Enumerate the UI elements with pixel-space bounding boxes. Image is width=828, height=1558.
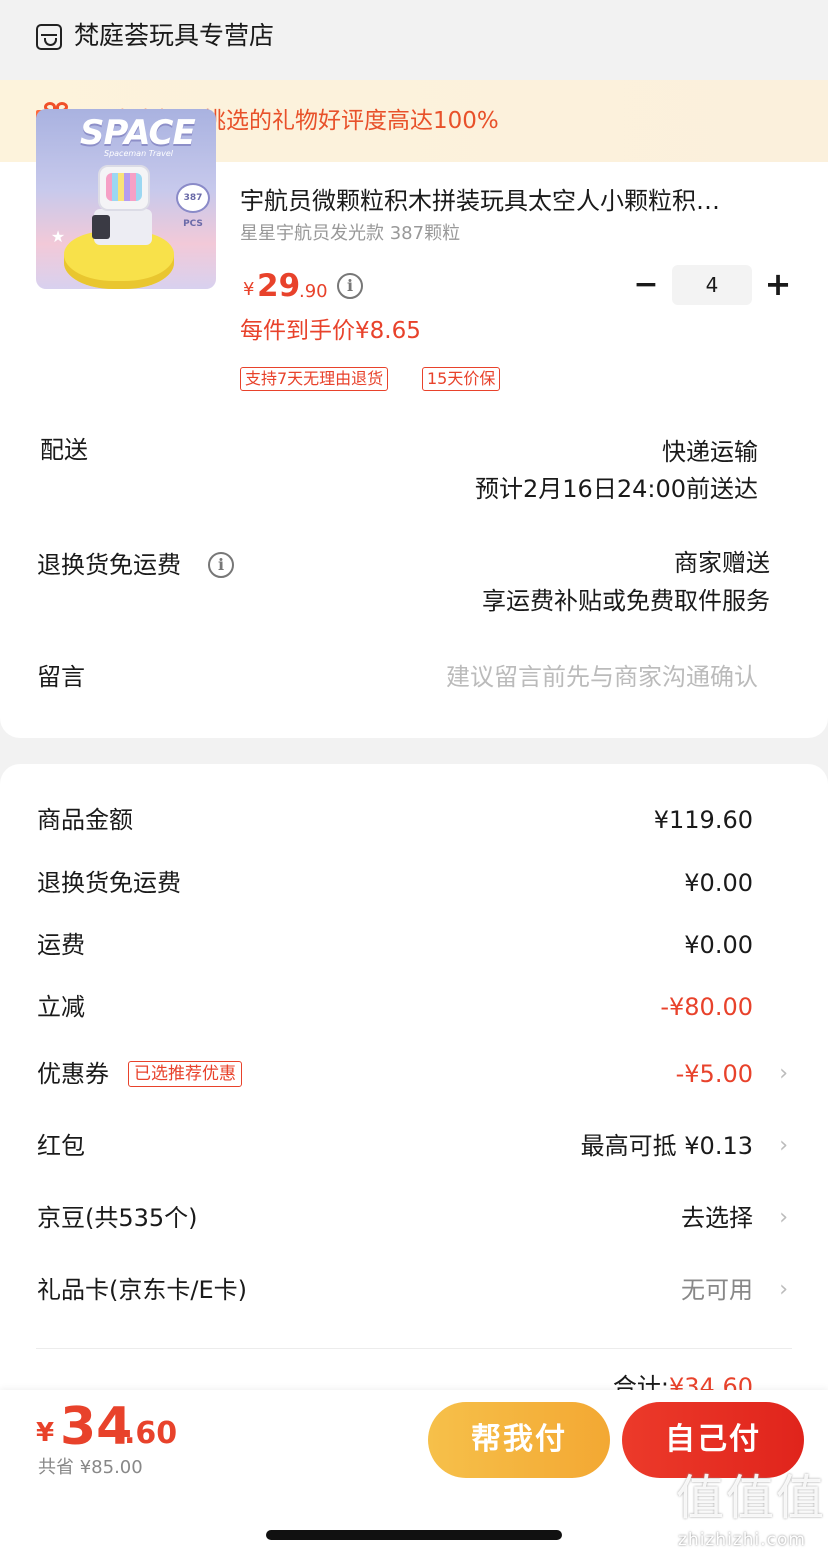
return-policy-tag: 支持7天无理由退货 <box>240 367 389 391</box>
chevron-right-icon[interactable]: › <box>779 1201 788 1235</box>
return-shipping-value: 商家赠送 <box>674 549 770 577</box>
gift-card-value[interactable]: 无可用 <box>681 1273 753 1307</box>
return-shipping-label: 退换货免运费 <box>37 551 181 579</box>
footer-saved-amount: 共省 ¥85.00 <box>38 1457 143 1478</box>
gift-card-label[interactable]: 礼品卡(京东卡/E卡) <box>37 1273 247 1307</box>
star-icon: ★ <box>50 227 66 246</box>
summary-row-label: 立减 <box>37 993 85 1021</box>
jd-beans-label[interactable]: 京豆(共535个) <box>37 1201 198 1235</box>
footer-price-currency: ¥ <box>36 1418 55 1448</box>
product-title[interactable]: 宇航员微颗粒积木拼装玩具太空人小颗粒积… <box>240 183 780 219</box>
discount-value: -¥80.00 <box>660 993 753 1021</box>
jd-beans-value[interactable]: 去选择 <box>681 1201 753 1235</box>
summary-row-value: ¥0.00 <box>684 869 753 897</box>
summary-row-label: 退换货免运费 <box>37 869 181 897</box>
store-icon[interactable] <box>36 24 62 50</box>
summary-row-value: ¥119.60 <box>653 806 753 834</box>
quantity-decrease-button[interactable]: − <box>632 270 660 300</box>
store-name[interactable]: 梵庭荟玩具专营店 <box>74 18 274 54</box>
return-shipping-info-icon[interactable]: i <box>208 552 234 578</box>
coupon-label[interactable]: 优惠券 <box>37 1057 109 1091</box>
delivery-method[interactable]: 快递运输 <box>662 435 758 469</box>
summary-row-label: 运费 <box>37 931 85 959</box>
self-pay-button[interactable]: 自己付 <box>622 1402 804 1478</box>
product-image-headline: SPACE <box>80 113 196 153</box>
summary-row-value: ¥0.00 <box>684 931 753 959</box>
net-price: 每件到手价¥8.65 <box>240 318 421 344</box>
delivery-eta[interactable]: 预计2月16日24:00前送达 <box>475 472 758 506</box>
price-integer: 29 <box>257 268 301 304</box>
delivery-label: 配送 <box>40 436 88 464</box>
coupon-selected-tag: 已选推荐优惠 <box>128 1061 242 1087</box>
product-spec: 星星宇航员发光款 387颗粒 <box>240 223 461 244</box>
product-image-subtitle: Spaceman Travel <box>104 149 174 158</box>
footer-price-integer: 34 <box>60 1397 133 1457</box>
quantity-increase-button[interactable]: + <box>764 268 792 300</box>
chevron-right-icon[interactable]: › <box>779 1273 788 1307</box>
product-image-badge: 387 PCS <box>176 183 210 229</box>
watermark-site: zhizhizhi.com <box>678 1530 806 1550</box>
home-indicator[interactable] <box>266 1530 562 1540</box>
coupon-value[interactable]: -¥5.00 <box>676 1057 753 1091</box>
message-input[interactable] <box>378 657 758 697</box>
divider <box>36 1348 792 1349</box>
message-label: 留言 <box>37 663 85 691</box>
price-decimal: .90 <box>299 281 328 302</box>
site-watermark: 值值值 zhizhizhi.com <box>676 1468 826 1558</box>
product-image[interactable]: SPACE Spaceman Travel 387 PCS ★ <box>36 109 216 289</box>
quantity-input[interactable]: 4 <box>672 265 752 305</box>
price-currency: ¥ <box>243 279 255 300</box>
red-packet-value[interactable]: 最高可抵 ¥0.13 <box>581 1129 753 1163</box>
price-info-icon[interactable]: i <box>337 273 363 299</box>
return-shipping-detail: 享运费补贴或免费取件服务 <box>482 587 770 615</box>
chevron-right-icon[interactable]: › <box>779 1057 788 1091</box>
price-protect-tag: 15天价保 <box>422 367 501 391</box>
red-packet-label[interactable]: 红包 <box>37 1129 85 1163</box>
footer-price-decimal: .60 <box>124 1416 178 1451</box>
watermark-logo: 值值值 <box>676 1470 827 1526</box>
store-header: 梵庭荟玩具专营店 <box>0 0 828 80</box>
help-pay-button[interactable]: 帮我付 <box>428 1402 610 1478</box>
summary-row-label: 商品金额 <box>37 806 133 834</box>
chevron-right-icon[interactable]: › <box>779 1129 788 1163</box>
